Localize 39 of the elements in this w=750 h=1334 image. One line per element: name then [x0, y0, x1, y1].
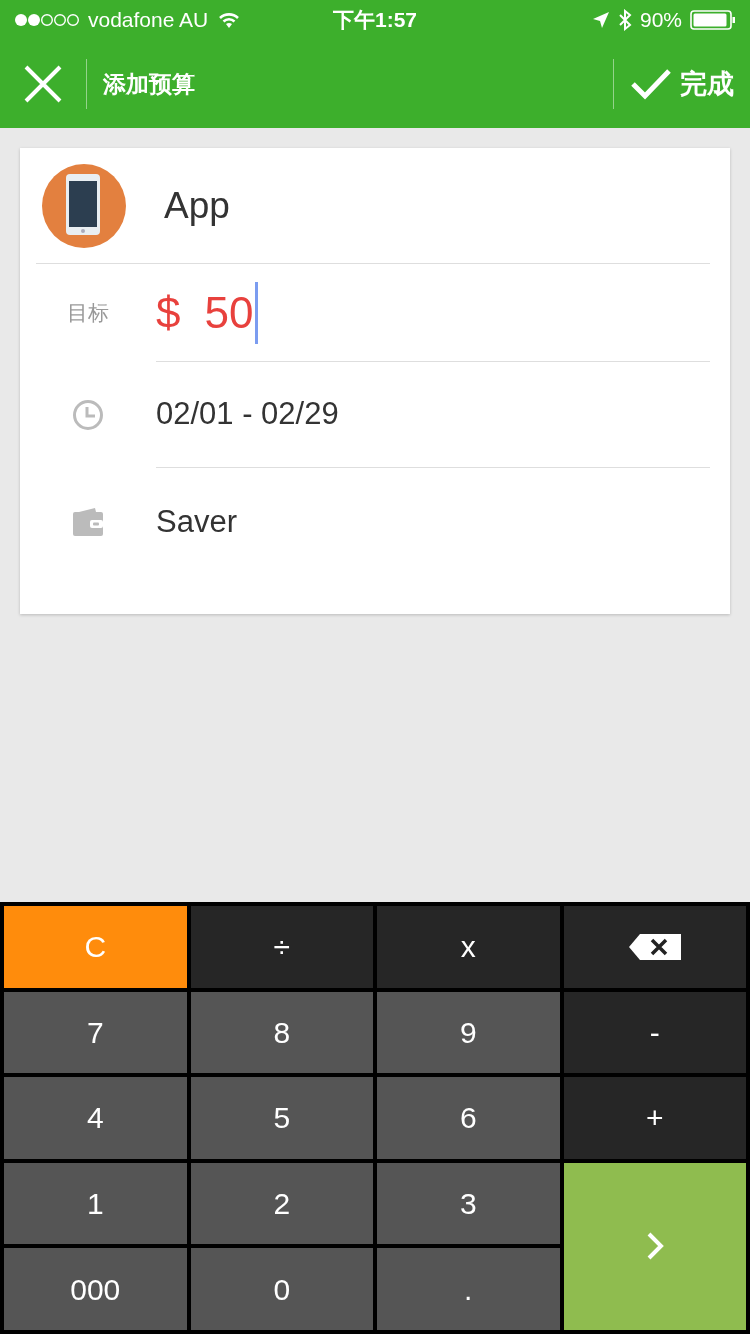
number-key[interactable]: 5	[190, 1077, 373, 1159]
page-title: 添加预算	[103, 69, 196, 99]
status-time: 下午1:57	[333, 7, 417, 34]
phone-icon	[42, 163, 126, 248]
amount-field[interactable]: 50	[204, 279, 254, 346]
text-cursor	[255, 281, 259, 344]
backspace-key[interactable]	[563, 906, 746, 988]
date-range[interactable]: 02/01 - 02/29	[156, 391, 339, 438]
number-key[interactable]: 8	[190, 991, 373, 1074]
operator-key[interactable]: ÷	[190, 906, 373, 988]
clock-icon	[72, 399, 104, 431]
number-key[interactable]: 0	[190, 1248, 373, 1330]
number-key[interactable]: 3	[377, 1162, 560, 1245]
battery-icon	[690, 10, 736, 30]
wallet-icon	[72, 507, 104, 537]
number-key[interactable]: 000	[4, 1248, 187, 1330]
location-arrow-icon	[591, 11, 610, 29]
number-key[interactable]: 1	[4, 1162, 187, 1245]
number-key[interactable]: 9	[377, 991, 560, 1074]
category-name: App	[164, 183, 230, 228]
number-key[interactable]: 6	[377, 1077, 560, 1159]
backspace-icon	[627, 932, 682, 961]
number-key[interactable]: 7	[4, 991, 187, 1074]
number-key[interactable]: 4	[4, 1077, 187, 1159]
account-name[interactable]: Saver	[156, 498, 237, 546]
carrier-name: vodafone AU	[88, 7, 209, 34]
signal-icon	[14, 13, 80, 27]
check-icon	[630, 68, 672, 100]
chevron-right-icon	[645, 1231, 664, 1262]
bluetooth-icon	[617, 9, 632, 31]
operator-key[interactable]: x	[377, 906, 560, 988]
operator-key[interactable]: -	[563, 991, 746, 1074]
operator-key[interactable]: +	[563, 1077, 746, 1159]
currency-symbol: $	[156, 286, 181, 339]
number-key[interactable]: .	[377, 1248, 560, 1330]
close-icon	[24, 65, 62, 103]
battery-percent: 90%	[639, 7, 682, 34]
number-key[interactable]: 2	[190, 1162, 373, 1245]
target-label: 目标	[67, 300, 109, 327]
